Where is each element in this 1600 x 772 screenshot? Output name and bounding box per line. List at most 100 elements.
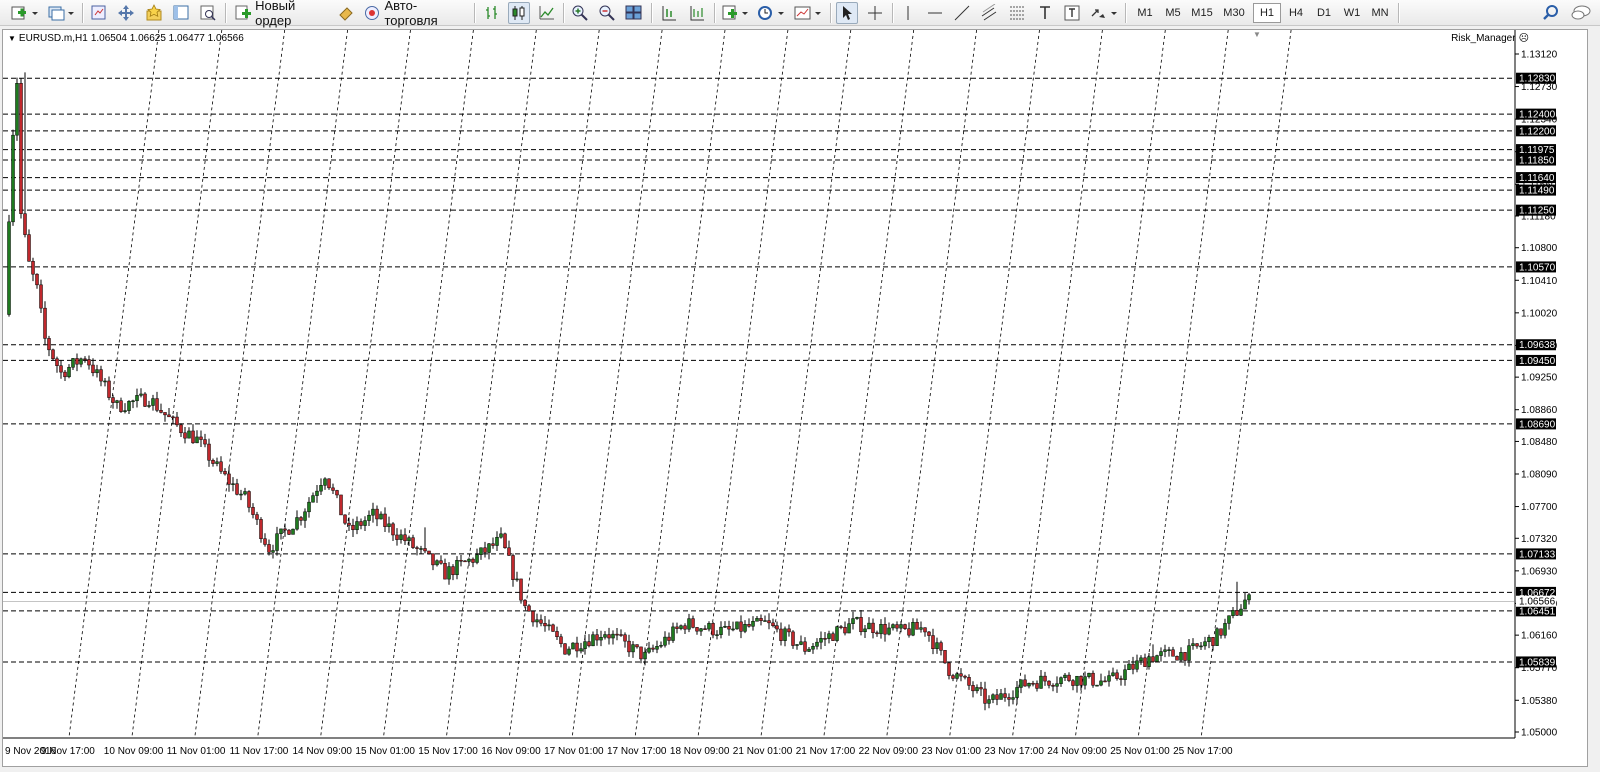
price-level-label: 1.08690: [1519, 419, 1556, 430]
bear-candle: [511, 555, 515, 580]
price-label: 1.06160: [1521, 631, 1558, 642]
cursor-button[interactable]: [836, 2, 858, 24]
indicator-face-icon[interactable]: ☹: [1519, 33, 1529, 44]
profiles-button[interactable]: [46, 2, 76, 24]
candle-chart-button[interactable]: [508, 2, 530, 24]
bear-candle: [627, 640, 631, 653]
bull-candle: [303, 511, 307, 521]
zoom-out-button[interactable]: [596, 2, 618, 24]
crosshair-button[interactable]: [864, 2, 886, 24]
time-label: 10 Nov 09:00: [104, 746, 164, 757]
vertical-line-button[interactable]: [897, 2, 919, 24]
bar-chart-button[interactable]: [481, 2, 503, 24]
bull-candle: [1167, 649, 1171, 651]
timeframe-mn[interactable]: MN: [1366, 3, 1394, 23]
price-chart[interactable]: 9 Nov 20169 Nov 17:00 10 Nov 09:00 11 Nov …: [3, 30, 1589, 768]
bull-candle: [863, 628, 867, 633]
tester-button[interactable]: [197, 2, 219, 24]
new-order-button[interactable]: Новый ордер: [232, 0, 332, 28]
new-chart-button[interactable]: [8, 2, 42, 24]
zoom-in-button[interactable]: [569, 2, 591, 24]
equidistant-channel-button[interactable]: [978, 2, 1000, 24]
chat-button[interactable]: [1568, 2, 1594, 24]
time-label: 15 Nov 01:00: [355, 746, 415, 757]
bear-candle: [1211, 637, 1215, 646]
bear-candle: [503, 533, 507, 549]
bear-candle: [235, 483, 239, 495]
tile-windows-button[interactable]: [623, 2, 645, 24]
chart-window[interactable]: 9 Nov 2016 9 Nov 17:00 10 Nov 09:00 11 Nov …: [2, 29, 1588, 767]
chart-info-header: ▼ EURUSD.m,H1 1.06504 1.06625 1.06477 1.…: [8, 33, 244, 44]
bear-candle: [995, 694, 999, 700]
timeframe-m30[interactable]: M30: [1219, 3, 1249, 23]
bull-candle: [1039, 675, 1043, 689]
horizontal-line-button[interactable]: [924, 2, 946, 24]
chart-tools-button[interactable]: [335, 2, 357, 24]
terminal-button[interactable]: [170, 2, 192, 24]
bear-candle: [775, 625, 779, 630]
chart-shift-icon: [690, 6, 704, 21]
bear-candle: [1103, 680, 1107, 683]
bull-candle: [815, 641, 819, 647]
bull-candle: [755, 618, 759, 622]
bull-candle: [731, 628, 735, 631]
time-label: 25 Nov 17:00: [1173, 746, 1233, 757]
text-button[interactable]: [1034, 2, 1056, 24]
bear-candle: [1007, 697, 1011, 700]
line-chart-button[interactable]: [536, 2, 558, 24]
bull-candle: [139, 393, 143, 396]
arrows-icon: [1091, 9, 1117, 18]
bear-candle: [219, 461, 223, 472]
templates-button[interactable]: [792, 2, 824, 24]
bear-candle: [255, 514, 259, 520]
bull-candle: [699, 628, 703, 632]
auto-trading-button[interactable]: Авто-торговля: [361, 0, 469, 28]
auto-trading-label: Авто-торговля: [384, 0, 438, 28]
bear-candle: [283, 528, 287, 531]
price-level-label: 1.12200: [1519, 126, 1556, 137]
fibonacci-button[interactable]: [1006, 2, 1028, 24]
chart-shift-marker-icon[interactable]: ▼: [1253, 30, 1261, 39]
bear-candle: [1119, 678, 1123, 680]
bear-candle: [875, 632, 879, 635]
arrows-button[interactable]: [1088, 2, 1120, 24]
bear-candle: [287, 529, 291, 535]
cursor-icon: [843, 6, 852, 20]
tester-icon: [200, 5, 216, 21]
bear-candle: [767, 620, 771, 624]
bear-candle: [527, 605, 531, 612]
auto-scroll-button[interactable]: [658, 2, 680, 24]
search-button[interactable]: [1540, 2, 1562, 24]
periods-button[interactable]: [755, 2, 787, 24]
bear-candle: [1047, 680, 1051, 686]
bear-candle: [595, 634, 599, 641]
market-watch-button[interactable]: [88, 2, 110, 24]
bear-candle: [267, 544, 271, 553]
timeframe-m5[interactable]: M5: [1159, 3, 1187, 23]
timeframe-h1[interactable]: H1: [1253, 3, 1281, 23]
bear-candle: [691, 618, 695, 628]
indicators-button[interactable]: [720, 2, 750, 24]
bull-candle: [723, 626, 727, 628]
price-level-label: 1.06451: [1519, 606, 1556, 617]
bull-candle: [735, 621, 739, 630]
time-label: 11 Nov 17:00: [230, 746, 289, 757]
collapse-triangle-icon[interactable]: ▼: [8, 34, 16, 43]
bear-candle: [167, 414, 171, 418]
price-level-label: 1.12400: [1519, 110, 1556, 121]
bear-candle: [451, 566, 455, 576]
timeframe-w1[interactable]: W1: [1338, 3, 1366, 23]
timeframe-h4[interactable]: H4: [1282, 3, 1310, 23]
favorites-button[interactable]: [143, 2, 165, 24]
bull-candle: [467, 558, 471, 562]
price-level-label: 1.10570: [1519, 262, 1556, 273]
trendline-button[interactable]: [951, 2, 973, 24]
timeframe-m15[interactable]: M15: [1187, 3, 1217, 23]
text-icon: [1040, 6, 1050, 19]
navigator-button[interactable]: [115, 2, 137, 24]
chart-shift-button[interactable]: [686, 2, 708, 24]
bear-candle: [227, 473, 231, 485]
timeframe-d1[interactable]: D1: [1310, 3, 1338, 23]
timeframe-m1[interactable]: M1: [1131, 3, 1159, 23]
text-label-button[interactable]: [1061, 2, 1083, 24]
